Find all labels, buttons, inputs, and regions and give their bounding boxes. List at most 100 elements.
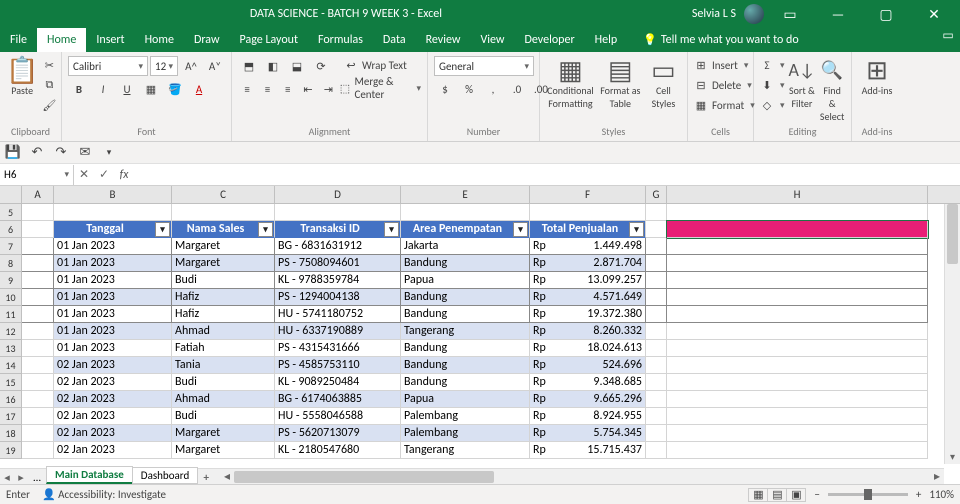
align-middle-button[interactable]: ◧ <box>262 56 284 76</box>
cell[interactable]: Papua <box>401 272 530 289</box>
cell[interactable]: Hafiz <box>172 289 275 306</box>
increase-decimal-button[interactable]: .0 <box>506 79 528 99</box>
tab-review[interactable]: Review <box>416 28 471 52</box>
active-cell[interactable] <box>667 221 928 238</box>
cell[interactable]: Papua <box>401 391 530 408</box>
cell[interactable]: 01 Jan 2023 <box>54 340 172 357</box>
enter-formula-button[interactable]: ✓ <box>94 167 114 182</box>
column-header-e[interactable]: E <box>401 186 530 203</box>
tab-data[interactable]: Data <box>373 28 416 52</box>
zoom-slider[interactable] <box>828 493 908 496</box>
cell[interactable] <box>22 391 54 408</box>
column-header-d[interactable]: D <box>275 186 401 203</box>
tab-view[interactable]: View <box>470 28 514 52</box>
cell[interactable]: Bandung <box>401 255 530 272</box>
cell[interactable]: Budi <box>172 408 275 425</box>
cell[interactable]: Tangerang <box>401 323 530 340</box>
accounting-format-button[interactable]: $ <box>434 79 456 99</box>
cell[interactable]: Tanggal▾ <box>54 221 172 238</box>
cell[interactable] <box>667 238 928 255</box>
cell[interactable] <box>667 425 928 442</box>
cell[interactable] <box>401 204 530 221</box>
addins-button[interactable]: ⊞Add-ins <box>858 56 896 97</box>
row-header[interactable]: 5 <box>0 204 22 221</box>
delete-cells-button[interactable]: ⊟Delete▾ <box>694 76 755 94</box>
italic-button[interactable]: I <box>92 79 114 99</box>
insert-cells-button[interactable]: ⊞Insert▾ <box>694 56 755 74</box>
cell[interactable]: Bandung <box>401 289 530 306</box>
sheet-nav-prev[interactable]: ◂ <box>0 471 14 484</box>
cell[interactable] <box>275 204 401 221</box>
cell[interactable] <box>646 340 667 357</box>
tab-formulas[interactable]: Formulas <box>308 28 373 52</box>
align-center-button[interactable]: ≡ <box>258 79 276 99</box>
align-bottom-button[interactable]: ⬓ <box>286 56 308 76</box>
cell[interactable] <box>172 204 275 221</box>
maximize-button[interactable]: ▢ <box>864 0 908 28</box>
cell[interactable]: PS - 7508094601 <box>275 255 401 272</box>
cell[interactable]: Margaret <box>172 425 275 442</box>
sheet-nav-more[interactable]: … <box>28 471 46 484</box>
cell[interactable]: Rp1.449.498 <box>530 238 646 255</box>
cancel-formula-button[interactable]: ✕ <box>74 167 94 182</box>
cell[interactable] <box>22 221 54 238</box>
filter-dropdown-icon[interactable]: ▾ <box>384 222 399 237</box>
cell[interactable]: Rp9.665.296 <box>530 391 646 408</box>
cell[interactable] <box>646 289 667 306</box>
format-cells-button[interactable]: ▦Format▾ <box>694 96 755 114</box>
sheet-tab-dashboard[interactable]: Dashboard <box>132 467 198 484</box>
cell[interactable] <box>646 221 667 238</box>
cell[interactable]: Palembang <box>401 408 530 425</box>
cell[interactable]: 01 Jan 2023 <box>54 272 172 289</box>
cell[interactable]: Rp8.924.955 <box>530 408 646 425</box>
cell[interactable]: Rp19.372.380 <box>530 306 646 323</box>
increase-font-button[interactable]: A^ <box>180 56 202 76</box>
undo-button[interactable]: ↶ <box>28 145 46 160</box>
cell[interactable]: 02 Jan 2023 <box>54 408 172 425</box>
conditional-formatting-button[interactable]: ▦Conditional Formatting <box>546 56 595 110</box>
cell[interactable]: Rp524.696 <box>530 357 646 374</box>
cell[interactable] <box>22 289 54 306</box>
formula-bar-input[interactable] <box>134 168 960 182</box>
cell[interactable]: BG - 6174063885 <box>275 391 401 408</box>
underline-button[interactable]: U <box>116 79 138 99</box>
cell[interactable] <box>646 442 667 459</box>
name-box[interactable]: H6▾ <box>0 165 74 185</box>
cell[interactable]: Rp8.260.332 <box>530 323 646 340</box>
clear-button[interactable]: ◇▾ <box>760 96 785 114</box>
scroll-right-button[interactable]: ▸ <box>930 469 944 484</box>
align-right-button[interactable]: ≡ <box>279 79 297 99</box>
cell[interactable]: 01 Jan 2023 <box>54 255 172 272</box>
column-header-c[interactable]: C <box>172 186 275 203</box>
cell[interactable]: Rp2.871.704 <box>530 255 646 272</box>
cell[interactable] <box>667 204 928 221</box>
cell[interactable] <box>54 204 172 221</box>
cell[interactable]: PS - 5620713079 <box>275 425 401 442</box>
redo-button[interactable]: ↷ <box>52 145 70 160</box>
decrease-indent-button[interactable]: ⇤ <box>299 79 317 99</box>
increase-indent-button[interactable]: ⇥ <box>319 79 337 99</box>
cell[interactable]: Palembang <box>401 425 530 442</box>
cell[interactable]: 02 Jan 2023 <box>54 425 172 442</box>
row-header[interactable]: 14 <box>0 357 22 374</box>
status-accessibility[interactable]: 👤 Accessibility: Investigate <box>42 488 166 501</box>
zoom-level[interactable]: 110% <box>929 488 954 501</box>
find-select-button[interactable]: 🔍Find & Select <box>819 56 845 123</box>
horizontal-scroll-thumb[interactable] <box>234 471 494 483</box>
cell[interactable]: PS - 1294004138 <box>275 289 401 306</box>
row-header[interactable]: 18 <box>0 425 22 442</box>
cell[interactable]: Total Penjualan▾ <box>530 221 646 238</box>
row-header[interactable]: 13 <box>0 340 22 357</box>
sheet-tab-main-database[interactable]: Main Database <box>46 466 133 484</box>
cell[interactable] <box>667 340 928 357</box>
cell[interactable] <box>22 408 54 425</box>
cell[interactable]: 01 Jan 2023 <box>54 323 172 340</box>
row-header[interactable]: 9 <box>0 272 22 289</box>
cell[interactable]: 02 Jan 2023 <box>54 357 172 374</box>
autosum-button[interactable]: Σ▾ <box>760 56 785 74</box>
font-name-combo[interactable]: Calibri▾ <box>68 56 148 76</box>
cell[interactable]: Jakarta <box>401 238 530 255</box>
ribbon-display-button[interactable]: ▭ <box>768 0 812 28</box>
cell[interactable]: 01 Jan 2023 <box>54 289 172 306</box>
tab-home2[interactable]: Home <box>135 28 184 52</box>
